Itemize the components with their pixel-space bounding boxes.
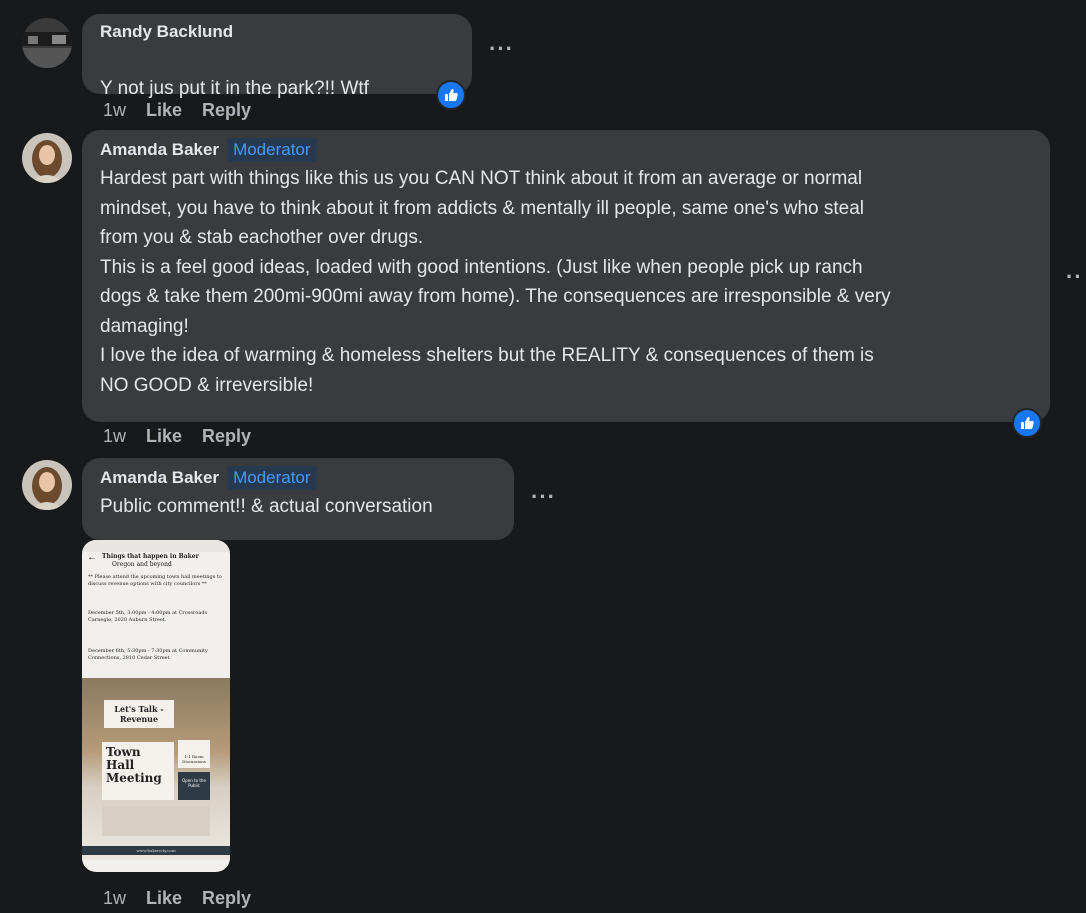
flyer-banner: Let's Talk - Revenue	[114, 704, 164, 724]
avatar[interactable]	[22, 460, 72, 510]
more-options-icon[interactable]: ···	[531, 484, 556, 510]
comment-actions: 1w Like Reply	[103, 888, 251, 909]
avatar[interactable]	[22, 18, 72, 68]
comment-actions: 1w Like Reply	[103, 100, 251, 121]
comment-timestamp[interactable]: 1w	[103, 888, 126, 909]
phone-status-bar	[82, 540, 230, 552]
like-button[interactable]: Like	[146, 888, 182, 909]
comment-text: Hardest part with things like this us yo…	[100, 168, 891, 396]
flyer-side-2: Open to the Public	[182, 778, 206, 788]
flyer-footer: www.bakercity.com	[82, 846, 230, 855]
more-options-icon[interactable]: ··	[1066, 264, 1083, 290]
flyer-photo: Let's Talk - Revenue Town Hall Meeting 1…	[82, 678, 230, 860]
reply-button[interactable]: Reply	[202, 100, 251, 121]
moderator-badge: Moderator	[227, 138, 317, 162]
flyer-title: Town Hall Meeting	[106, 745, 162, 785]
comment-author[interactable]: Randy Backlund	[100, 22, 456, 42]
comment-timestamp[interactable]: 1w	[103, 426, 126, 447]
comment-text: Y not jus put it in the park?!! Wtf	[100, 77, 369, 99]
comment-bubble: Amanda Baker Moderator Hardest part with …	[82, 130, 1050, 422]
comment-author[interactable]: Amanda Baker	[100, 140, 219, 159]
reply-button[interactable]: Reply	[202, 888, 251, 909]
post-event-2: December 6th, 5:30pm - 7:30pm at Communi…	[88, 648, 208, 661]
post-intro: ** Please attend the upcoming town hall …	[88, 574, 222, 587]
post-event-1: December 5th, 3:00pm - 4:00pm at Crossro…	[88, 610, 208, 623]
more-options-icon[interactable]: ···	[489, 36, 514, 62]
post-subheader: Oregon and beyond	[112, 561, 172, 568]
comment-timestamp[interactable]: 1w	[103, 100, 126, 121]
comment-bubble: Amanda Baker Moderator Public comment!! &…	[82, 458, 514, 540]
like-button[interactable]: Like	[146, 426, 182, 447]
reply-button[interactable]: Reply	[202, 426, 251, 447]
comment-actions: 1w Like Reply	[103, 426, 251, 447]
avatar[interactable]	[22, 133, 72, 183]
comment-text: Public comment!! & actual conversation	[100, 496, 433, 517]
comment-bubble: Randy Backlund Y not jus put it in the p…	[82, 14, 472, 156]
comments-panel: Randy Backlund Y not jus put it in the p…	[0, 0, 1086, 913]
like-button[interactable]: Like	[146, 100, 182, 121]
moderator-badge: Moderator	[227, 466, 317, 490]
comment-author[interactable]: Amanda Baker	[100, 468, 219, 487]
flyer-side-1: 1:1 Room Discussions	[182, 754, 206, 764]
like-reaction-icon[interactable]	[1012, 408, 1042, 438]
back-arrow-icon: ←	[87, 552, 97, 563]
post-header: Things that happen in Baker	[102, 553, 199, 560]
attachment-image[interactable]: ← Things that happen in Baker Oregon and…	[82, 540, 230, 872]
like-reaction-icon[interactable]	[436, 80, 466, 110]
